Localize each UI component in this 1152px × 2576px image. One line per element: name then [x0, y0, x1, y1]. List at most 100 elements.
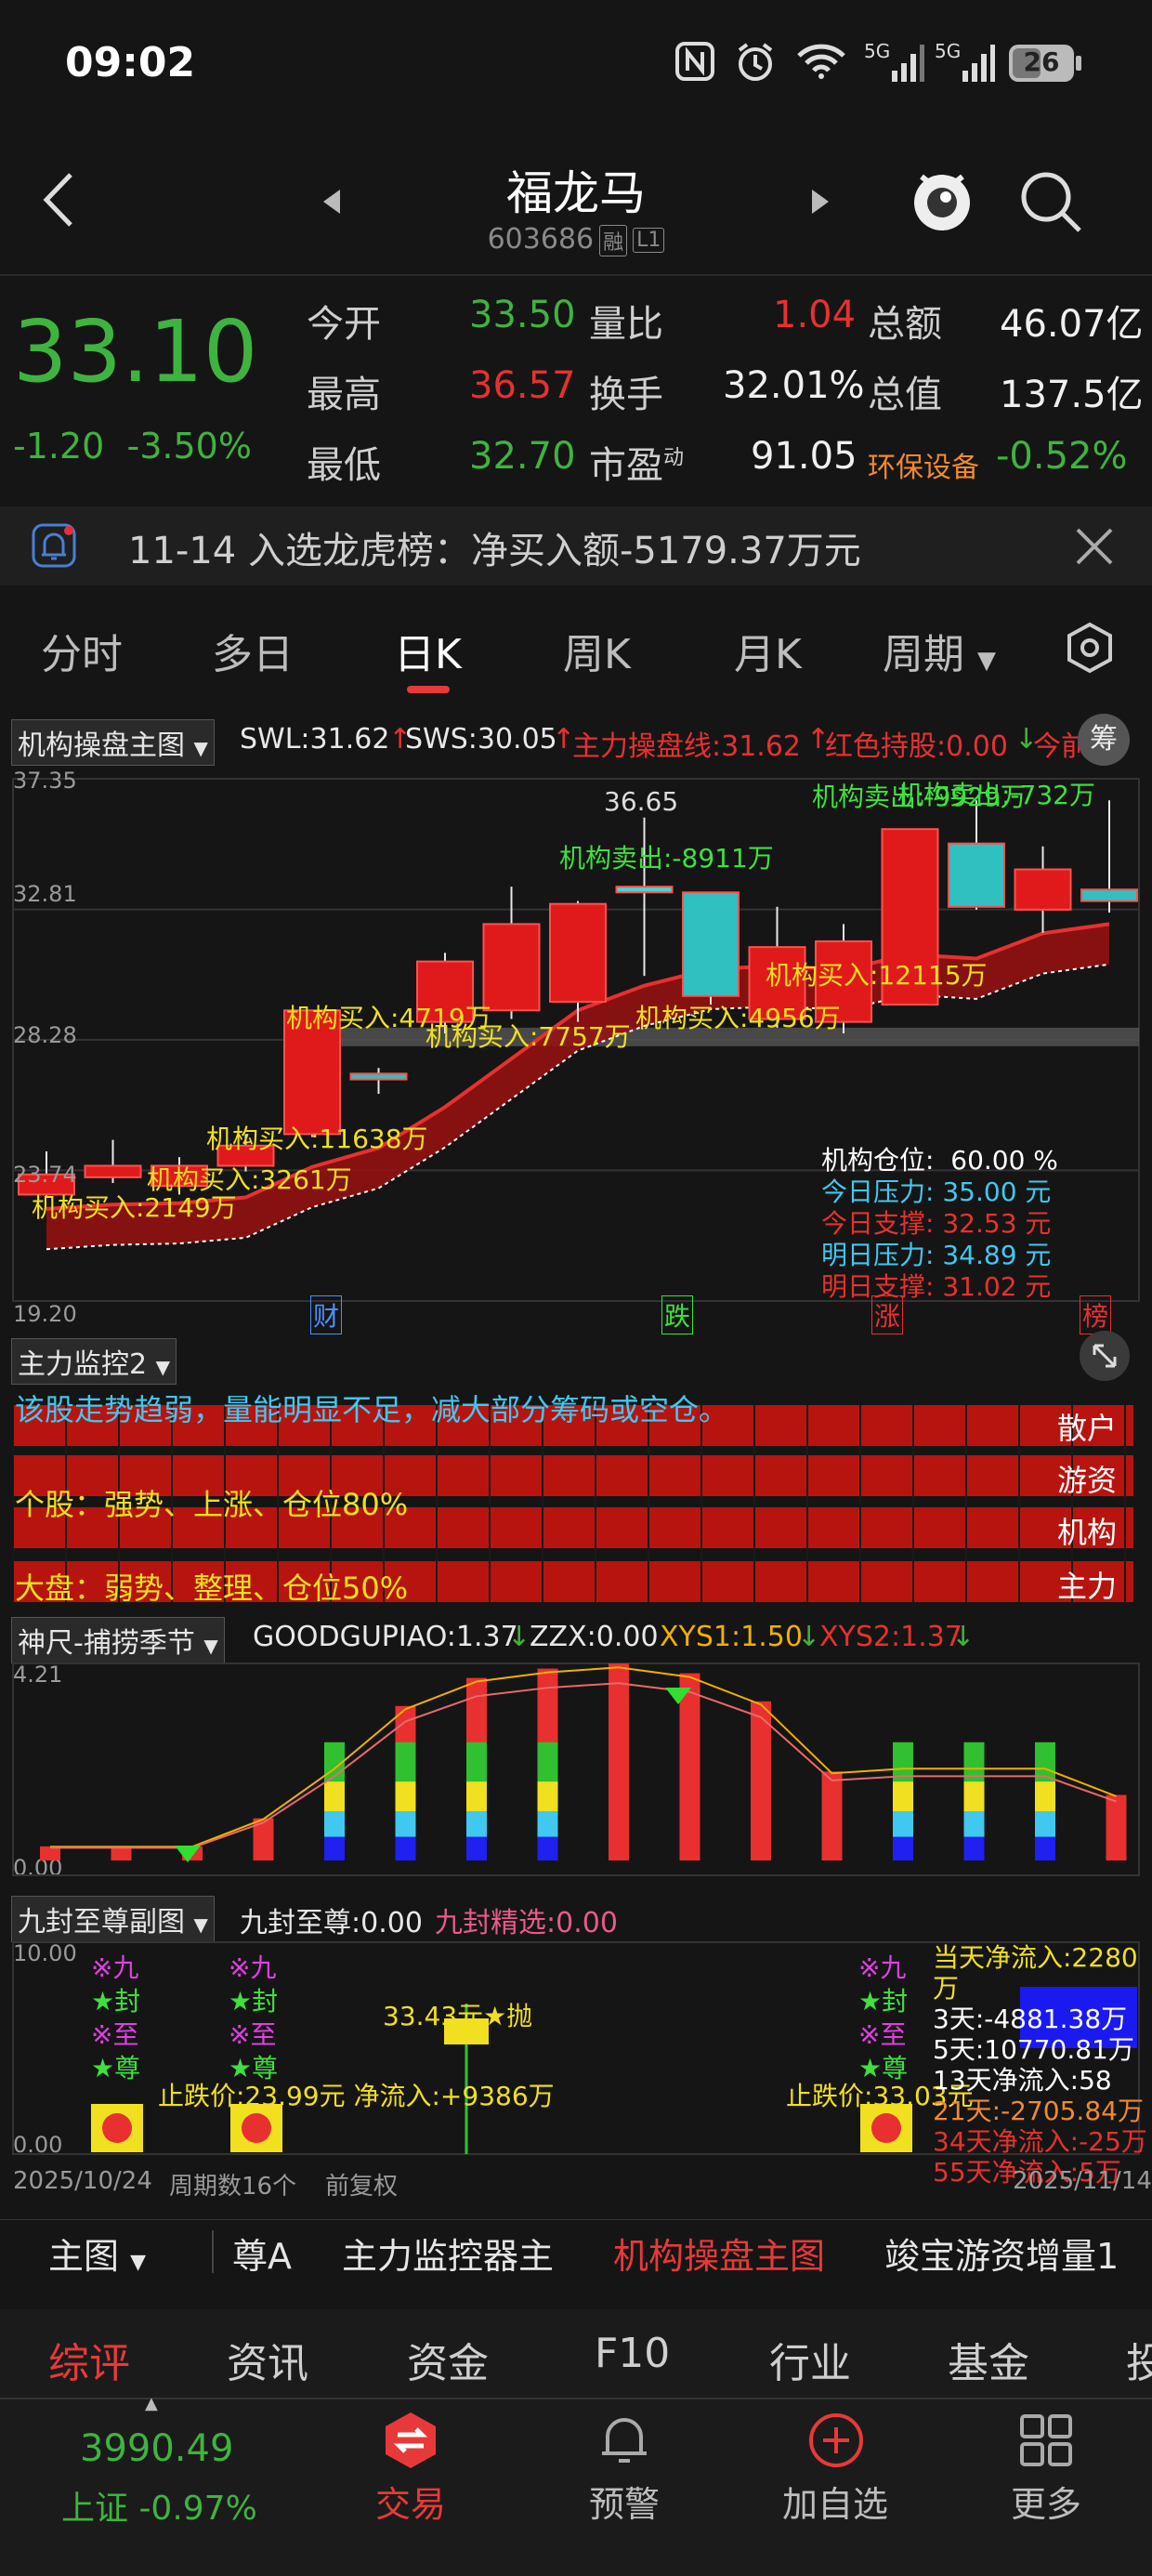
alert-bell-icon[interactable]	[595, 2411, 654, 2474]
season-segment	[537, 1836, 558, 1860]
ind-xys1: XYS1:1.50	[660, 1621, 803, 1653]
high-label: 最高	[307, 374, 381, 416]
more-grid-icon[interactable]	[1016, 2411, 1076, 2474]
monitor-indicator-select[interactable]: 主力监控2 ▼	[11, 1338, 177, 1385]
divider	[212, 2230, 214, 2273]
indicator-zun-a[interactable]: 尊A	[232, 2228, 292, 2279]
cat-summary[interactable]: 综评	[48, 2330, 130, 2389]
expand-icon[interactable]	[1080, 1331, 1130, 1381]
season-segment	[466, 1836, 487, 1860]
wifi-icon	[795, 43, 847, 84]
star-labels-2: ※九 ★封 ※至 ★尊	[229, 1952, 279, 2083]
ind-xys2: XYS2:1.37	[819, 1621, 962, 1653]
cat-fund[interactable]: 基金	[948, 2330, 1029, 2389]
settings-hex-icon[interactable]	[1063, 621, 1117, 678]
cat-industry[interactable]: 行业	[769, 2330, 851, 2389]
y-label-2: 32.81	[13, 881, 77, 907]
y-label-3: 28.28	[13, 1022, 77, 1048]
money-bag-icon	[102, 2113, 132, 2143]
anno-sell-3: 机构卖出:-732万	[897, 780, 1095, 810]
marker-finance[interactable]: 财	[310, 1295, 343, 1334]
robot-assistant-icon[interactable]	[909, 160, 975, 242]
cat-more[interactable]: 投	[1126, 2330, 1152, 2389]
index-label: 上证 -0.97%	[61, 2490, 257, 2528]
sub1-indicator-select[interactable]: 神尺-捕捞季节 ▼	[11, 1617, 225, 1663]
stock-code-line: 603686 融 L1	[0, 223, 1152, 256]
ind-jiufeng: 九封至尊:0.00	[240, 1907, 423, 1939]
tab-multiday[interactable]: 多日	[212, 621, 294, 680]
status-time: 09:02	[65, 39, 196, 86]
monitor-market: 大盘：弱势、整理、仓位50%	[15, 1571, 409, 1606]
trade-label[interactable]: 交易	[375, 2476, 446, 2527]
ind-zzx: ZZX:0.00	[530, 1621, 659, 1653]
mcap-value: 137.5亿	[1000, 374, 1144, 416]
pe-value: 91.05	[751, 435, 857, 478]
chip-button[interactable]: 筹	[1078, 714, 1130, 766]
stock-code: 603686	[487, 223, 595, 256]
stock-name: 福龙马	[506, 166, 646, 220]
star-labels-1: ※九 ★封 ※至 ★尊	[91, 1952, 141, 2083]
sub2-indicator-select[interactable]: 九封至尊副图 ▼	[11, 1896, 215, 1942]
divider	[0, 274, 1152, 276]
svg-text:5G: 5G	[935, 40, 961, 62]
tab-monthly-k[interactable]: 月K	[734, 621, 802, 680]
sector-link[interactable]: 环保设备	[868, 444, 979, 485]
cat-funds[interactable]: 资金	[407, 2330, 489, 2389]
monitor-message: 该股走势趋弱，量能明显不足，减大部分筹码或空仓。	[15, 1392, 729, 1427]
sell-signal: 33.43元★抛	[383, 2001, 533, 2031]
indicator-inst-main[interactable]: 机构操盘主图	[613, 2228, 825, 2279]
cat-news[interactable]: 资讯	[227, 2330, 308, 2389]
add-watchlist-icon[interactable]	[806, 2411, 866, 2474]
indicator-junbao[interactable]: 竣宝游资增量1	[884, 2228, 1119, 2279]
season-segment	[963, 1836, 985, 1860]
date-start: 2025/10/24	[13, 2167, 152, 2195]
anno-buy-2: 机构买入:7757万	[425, 1021, 631, 1052]
marker-list[interactable]: 榜	[1080, 1295, 1112, 1334]
anno-buy-5: 机构买入:11638万	[206, 1124, 428, 1154]
divider	[0, 2398, 1152, 2399]
tab-period[interactable]: 周期 ▼	[883, 621, 996, 680]
turnover-label: 换手	[589, 374, 663, 416]
high-price-label: 36.65	[604, 786, 679, 817]
trade-icon[interactable]	[381, 2411, 440, 2474]
season-chart[interactable]	[0, 1660, 1152, 1883]
ind-sws: SWS:30.05	[405, 723, 557, 756]
monitor-stock: 个股：强势、上涨、仓位80%	[15, 1487, 409, 1522]
cat-f10[interactable]: F10	[595, 2330, 670, 2377]
ind-main-line: 主力操盘线:31.62	[572, 730, 801, 763]
tab-intraday[interactable]: 分时	[41, 621, 123, 680]
arrow-down-icon-4: ↓	[951, 1621, 975, 1653]
tab-daily-k[interactable]: 日K	[394, 621, 462, 680]
anno-buy-4: 机构买入:12115万	[766, 960, 988, 991]
main-indicator-select[interactable]: 机构操盘主图 ▼	[11, 719, 215, 766]
price-change-pct: -3.50%	[126, 426, 252, 467]
ind-goodgupiao: GOODGUPIAO:1.37	[253, 1621, 518, 1653]
main-chart-select[interactable]: 主图 ▼	[48, 2228, 146, 2279]
battery-icon: 26	[1009, 45, 1074, 82]
candle-body	[615, 886, 674, 894]
marker-fall[interactable]: 跌	[661, 1295, 694, 1334]
level-tag: L1	[633, 228, 665, 253]
more-label[interactable]: 更多	[1011, 2476, 1081, 2527]
index-value[interactable]: 3990.49	[80, 2427, 233, 2470]
arrow-down-icon-3: ↓	[797, 1621, 821, 1653]
stop-price-1: 止跌价:23.99元 净流入:+9386万	[158, 2081, 555, 2111]
search-icon[interactable]	[1018, 169, 1085, 240]
period-count: 周期数16个	[169, 2173, 297, 2201]
alert-label[interactable]: 预警	[589, 2476, 660, 2527]
price-change-line: -1.20 -3.50%	[13, 426, 252, 467]
season-segment	[1035, 1836, 1055, 1860]
row-label-main: 主力	[1057, 1569, 1118, 1604]
signal-5g-icon-2: 5G	[935, 39, 996, 89]
signal-5g-icon: 5G	[864, 39, 925, 89]
arrow-down-icon-2: ↓	[507, 1621, 531, 1653]
marker-rise[interactable]: 涨	[871, 1295, 904, 1334]
indicator-main-monitor[interactable]: 主力监控器主	[342, 2228, 554, 2279]
vol-ratio-label: 量比	[589, 303, 663, 346]
tab-weekly-k[interactable]: 周K	[563, 621, 631, 680]
open-value: 33.50	[469, 294, 576, 336]
close-notice-icon[interactable]	[1074, 526, 1115, 571]
add-watchlist-label[interactable]: 加自选	[782, 2476, 888, 2527]
y-label-4: 23.74	[13, 1162, 77, 1188]
candle-body	[482, 923, 541, 1012]
